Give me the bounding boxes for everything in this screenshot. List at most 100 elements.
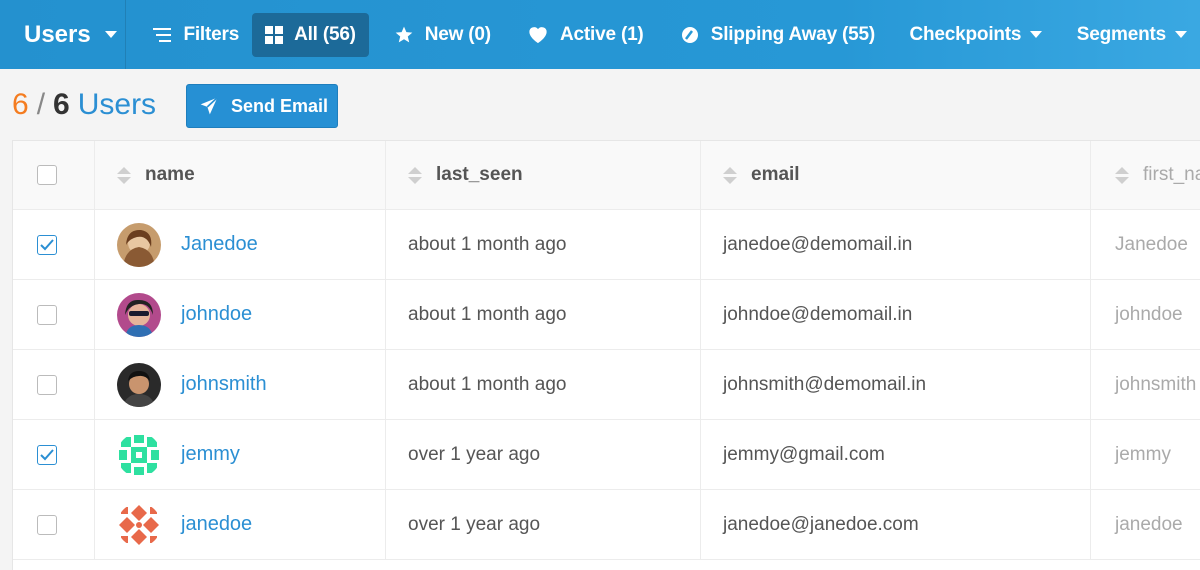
tab-slipping-away[interactable]: Slipping Away (55)	[667, 13, 888, 57]
last-seen-cell: over 1 year ago	[386, 490, 701, 559]
column-header-name[interactable]: name	[95, 141, 386, 209]
last-seen-value: over 1 year ago	[408, 513, 541, 535]
email-cell: jemmy@gmail.com	[701, 420, 1091, 489]
filters-button[interactable]: Filters	[139, 13, 252, 57]
first-name-cell: jemmy	[1091, 420, 1200, 489]
avatar	[117, 362, 161, 407]
email-value: janedoe@demomail.in	[723, 233, 913, 255]
first-name-value: janedoe	[1115, 513, 1183, 535]
row-checkbox[interactable]	[36, 374, 57, 395]
email-value: johnsmith@demomail.in	[723, 373, 927, 395]
table-row[interactable]: johnsmith about 1 month ago johnsmith@de…	[13, 350, 1200, 420]
user-name-link[interactable]: johndoe	[181, 303, 252, 326]
total-count: 6	[53, 88, 70, 121]
sort-icon	[408, 166, 422, 184]
users-table: name last_seen email first_na Janedoe ab	[12, 140, 1200, 570]
user-name-link[interactable]: janedoe	[181, 513, 252, 536]
name-cell: johnsmith	[95, 350, 386, 419]
user-name-link[interactable]: johnsmith	[181, 373, 267, 396]
filters-label: Filters	[183, 23, 240, 45]
count-separator: /	[36, 88, 46, 121]
tab-all-label: All (56)	[294, 23, 356, 45]
column-header-label: last_seen	[436, 164, 523, 185]
row-select-cell	[13, 420, 95, 489]
grid-icon	[265, 25, 284, 44]
selected-count: 6	[12, 88, 29, 121]
send-email-label: Send Email	[231, 95, 329, 116]
table-row[interactable]: johndoe about 1 month ago johndoe@demoma…	[13, 280, 1200, 350]
last-seen-cell: about 1 month ago	[386, 280, 701, 349]
email-cell: johndoe@demomail.in	[701, 280, 1091, 349]
first-name-value: jemmy	[1115, 443, 1171, 465]
name-cell: jemmy	[95, 420, 386, 489]
checkmark-icon	[39, 448, 54, 460]
row-checkbox[interactable]	[36, 234, 57, 255]
tab-active-label: Active (1)	[560, 23, 644, 45]
users-menu-label: Users	[24, 20, 91, 48]
user-count: 6 / 6 Users	[12, 88, 156, 122]
row-checkbox[interactable]	[36, 514, 57, 535]
email-cell: janedoe@demomail.in	[701, 210, 1091, 279]
first-name-value: johnsmith	[1115, 373, 1197, 395]
tab-all[interactable]: All (56)	[252, 12, 369, 57]
last-seen-value: over 1 year ago	[408, 443, 541, 465]
first-name-value: johndoe	[1115, 303, 1183, 325]
email-value: janedoe@janedoe.com	[723, 513, 919, 535]
row-checkbox[interactable]	[36, 444, 57, 465]
tab-new[interactable]: New (0)	[381, 13, 504, 57]
slipping-icon	[680, 25, 700, 45]
chevron-down-icon	[1175, 31, 1188, 38]
first-name-cell: johndoe	[1091, 280, 1200, 349]
checkpoints-dropdown[interactable]: Checkpoints	[896, 13, 1055, 57]
row-checkbox[interactable]	[36, 304, 57, 325]
avatar	[117, 292, 161, 337]
avatar	[117, 222, 161, 267]
paper-plane-icon	[199, 96, 219, 116]
tab-new-label: New (0)	[424, 23, 491, 45]
table-header-row: name last_seen email first_na	[13, 141, 1200, 210]
name-cell: johndoe	[95, 280, 386, 349]
first-name-cell: janedoe	[1091, 490, 1200, 559]
table-row[interactable]: jemmy over 1 year ago jemmy@gmail.com je…	[13, 420, 1200, 490]
select-all-checkbox[interactable]	[36, 165, 57, 185]
chevron-down-icon	[1030, 31, 1043, 38]
tab-active[interactable]: Active (1)	[514, 13, 657, 57]
checkmark-icon	[39, 238, 54, 250]
row-select-cell	[13, 350, 95, 419]
first-name-cell: johnsmith	[1091, 350, 1200, 419]
user-name-link[interactable]: jemmy	[181, 443, 240, 466]
email-cell: janedoe@janedoe.com	[701, 490, 1091, 559]
last-seen-value: about 1 month ago	[408, 233, 567, 255]
last-seen-value: about 1 month ago	[408, 303, 567, 325]
sort-icon	[723, 166, 737, 184]
heart-icon	[527, 25, 549, 44]
table-row[interactable]: janedoe over 1 year ago janedoe@janedoe.…	[13, 490, 1200, 560]
send-email-button[interactable]: Send Email	[186, 84, 338, 128]
first-name-value: Janedoe	[1115, 233, 1188, 255]
column-header-last-seen[interactable]: last_seen	[386, 141, 701, 209]
star-icon	[394, 25, 414, 44]
last-seen-cell: about 1 month ago	[386, 350, 701, 419]
email-value: jemmy@gmail.com	[723, 443, 885, 465]
column-header-first-name[interactable]: first_na	[1091, 141, 1200, 209]
last-seen-cell: over 1 year ago	[386, 420, 701, 489]
name-cell: janedoe	[95, 490, 386, 559]
email-value: johndoe@demomail.in	[723, 303, 913, 325]
last-seen-value: about 1 month ago	[408, 373, 567, 395]
sort-icon	[117, 166, 131, 184]
identicon-avatar	[117, 502, 161, 547]
filter-icon	[152, 27, 172, 43]
column-header-email[interactable]: email	[701, 141, 1091, 209]
name-cell: Janedoe	[95, 210, 386, 279]
tab-slipping-away-label: Slipping Away (55)	[710, 23, 875, 45]
table-row[interactable]: Janedoe about 1 month ago janedoe@demoma…	[13, 210, 1200, 280]
user-name-link[interactable]: Janedoe	[181, 233, 258, 256]
segments-dropdown[interactable]: Segments	[1064, 13, 1200, 57]
checkpoints-label: Checkpoints	[909, 23, 1022, 45]
segments-label: Segments	[1076, 23, 1167, 45]
sort-icon	[1115, 166, 1129, 184]
select-all-cell	[13, 141, 95, 209]
email-cell: johnsmith@demomail.in	[701, 350, 1091, 419]
users-menu-button[interactable]: Users	[0, 0, 126, 69]
count-label: Users	[77, 88, 157, 121]
